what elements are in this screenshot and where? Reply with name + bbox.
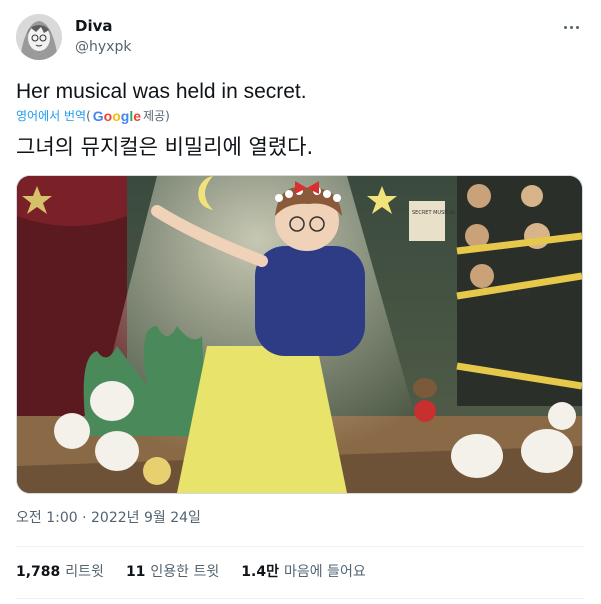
google-logo: Google: [92, 108, 142, 124]
more-horizontal-icon: [563, 25, 579, 29]
translated-from-label: 영어에서 번역: [16, 109, 87, 123]
divider: [16, 546, 585, 547]
more-options-button[interactable]: [556, 16, 586, 38]
illustration: DUCK ONLY SECRET MUSICAL: [17, 176, 582, 493]
quotes-count: 11: [125, 564, 146, 580]
retweets-count: 1,788: [16, 564, 61, 580]
tweet-stats: 1,788 리트윗 11 인용한 트윗 1.4만 마음에 들어요: [16, 563, 366, 582]
paren-open: (: [86, 109, 91, 123]
provided-label: 제공): [143, 109, 170, 123]
poster-text: SECRET MUSICAL: [412, 210, 456, 216]
translated-text: 그녀의 뮤지컬은 비밀리에 열렸다.: [16, 135, 314, 159]
translation-attribution[interactable]: 영어에서 번역 ( Google 제공): [16, 108, 170, 124]
quotes-label: 인용한 트윗: [150, 564, 220, 580]
likes-label: 마음에 들어요: [283, 564, 366, 580]
likes-stat[interactable]: 1.4만 마음에 들어요: [241, 563, 365, 582]
avatar-image: [16, 14, 62, 60]
author-block: Diva @hyxpk: [75, 17, 131, 57]
retweets-stat[interactable]: 1,788 리트윗: [16, 563, 104, 582]
retweets-label: 리트윗: [65, 564, 104, 580]
avatar[interactable]: [16, 14, 62, 60]
author-name[interactable]: Diva: [75, 17, 131, 36]
divider: [16, 598, 585, 599]
author-handle[interactable]: @hyxpk: [75, 38, 131, 57]
tweet-timestamp[interactable]: 오전 1:00 · 2022년 9월 24일: [16, 509, 201, 528]
tweet-image[interactable]: DUCK ONLY SECRET MUSICAL: [16, 175, 583, 494]
likes-count: 1.4만: [241, 564, 279, 580]
tweet-text: Her musical was held in secret.: [16, 80, 307, 103]
quotes-stat[interactable]: 11 인용한 트윗: [126, 563, 219, 582]
